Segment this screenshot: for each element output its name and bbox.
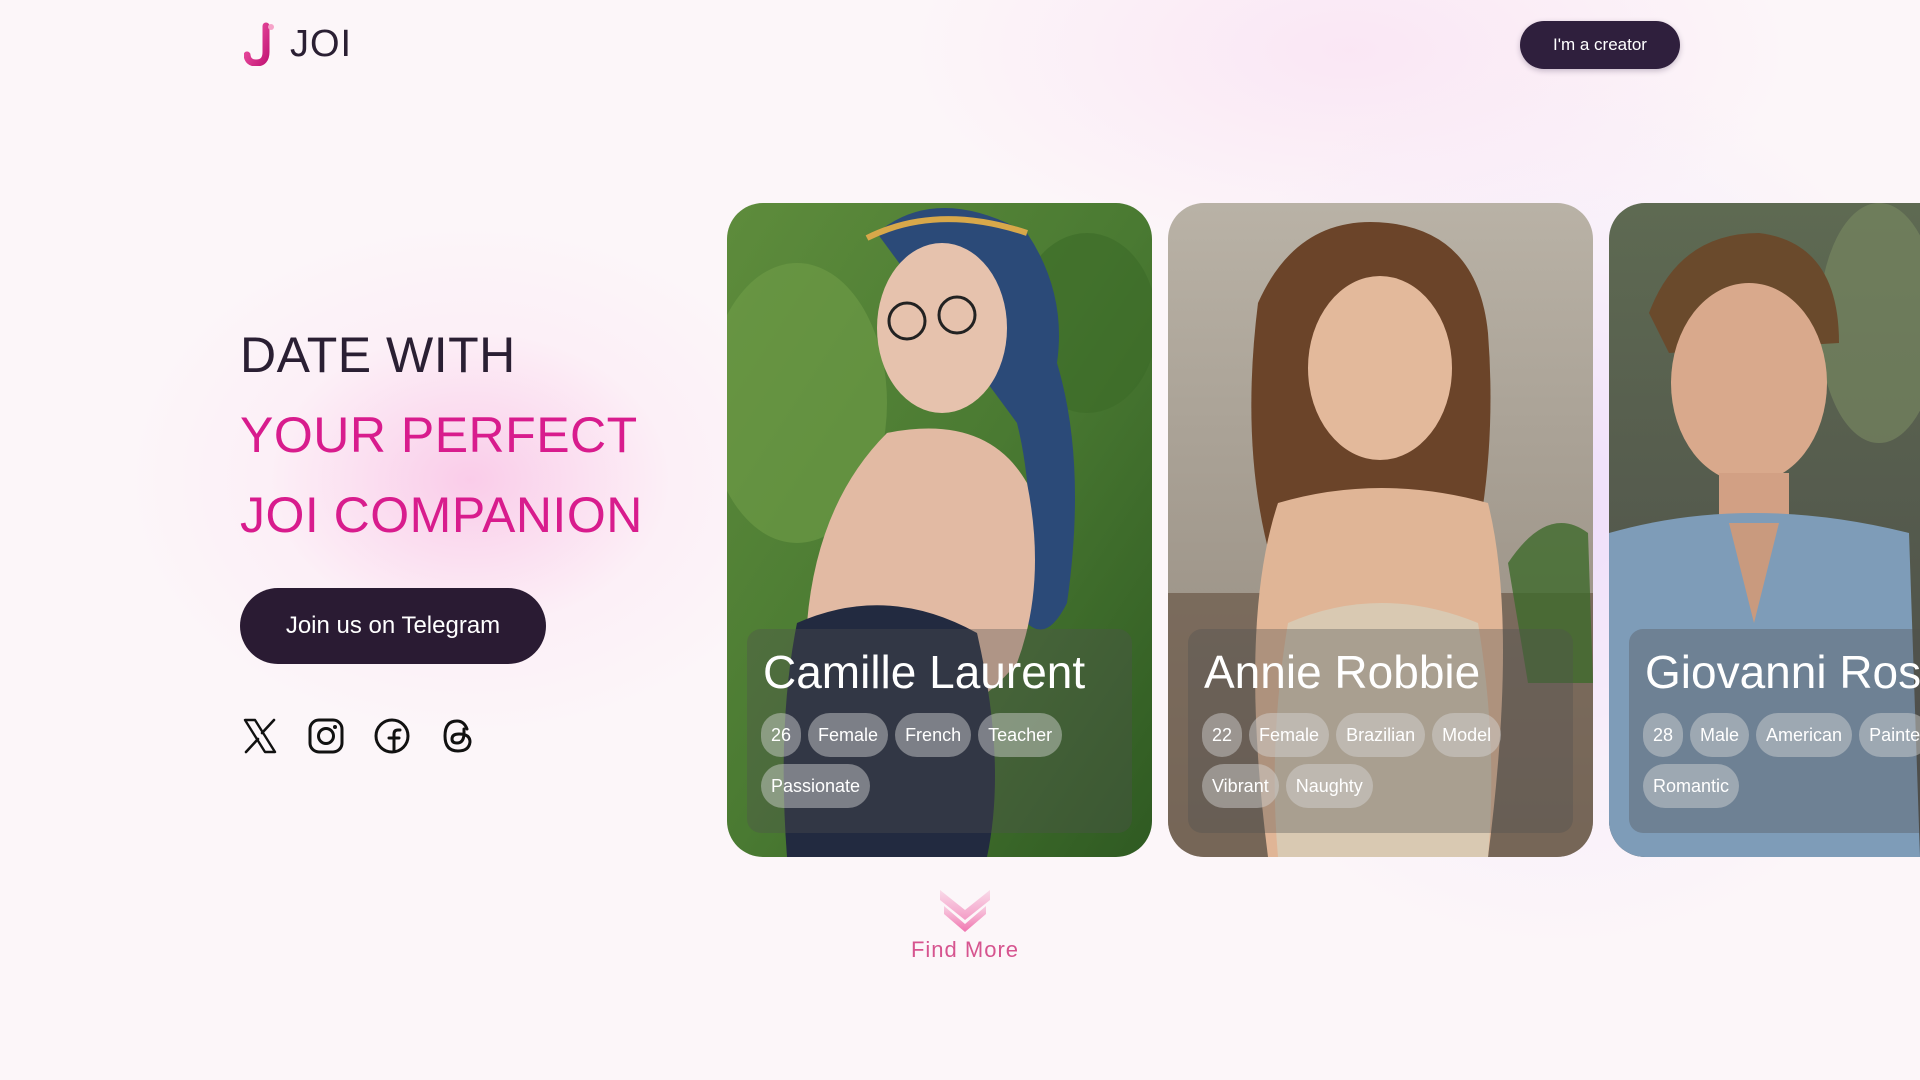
logo[interactable]: JOI: [244, 22, 352, 66]
hero-heading: DATE WITH YOUR PERFECT JOI COMPANION: [240, 315, 643, 555]
find-more-link[interactable]: Find More: [910, 888, 1020, 963]
threads-icon[interactable]: [438, 716, 478, 756]
companion-info: Giovanni Ross 28 Male American Painte Ro…: [1629, 629, 1920, 833]
hero-line-3: JOI COMPANION: [240, 487, 643, 543]
companion-tags: 26 Female French Teacher Passionate: [761, 713, 1118, 808]
tag-nationality: French: [895, 713, 972, 757]
logo-text: JOI: [290, 22, 353, 65]
tag-personality: Vibrant: [1202, 764, 1279, 808]
tag-gender: Female: [808, 713, 889, 757]
tag-age: 28: [1643, 713, 1684, 757]
tag-age: 26: [761, 713, 802, 757]
tag-nationality: Brazilian: [1336, 713, 1426, 757]
companion-name: Annie Robbie: [1204, 646, 1481, 698]
tag-personality: Romantic: [1643, 764, 1740, 808]
hero-line-1: DATE WITH: [240, 327, 516, 383]
logo-j-icon: [244, 22, 274, 66]
tag-personality: Naughty: [1285, 764, 1373, 808]
tag-gender: Female: [1249, 713, 1330, 757]
companion-card[interactable]: Camille Laurent 26 Female French Teacher…: [727, 203, 1152, 857]
chevron-down-icon: [940, 890, 990, 932]
x-icon[interactable]: [240, 716, 280, 756]
social-links: [240, 716, 478, 756]
instagram-icon[interactable]: [306, 716, 346, 756]
tag-nationality: American: [1756, 713, 1853, 757]
companion-info: Camille Laurent 26 Female French Teacher…: [747, 629, 1132, 833]
companion-card[interactable]: Giovanni Ross 28 Male American Painte Ro…: [1609, 203, 1920, 857]
companion-tags: 28 Male American Painte: [1643, 713, 1920, 757]
join-telegram-button[interactable]: Join us on Telegram: [240, 588, 546, 664]
companion-info: Annie Robbie 22 Female Brazilian Model V…: [1188, 629, 1573, 833]
companion-tags: 22 Female Brazilian Model Vibrant Naught…: [1202, 713, 1559, 808]
tag-occupation: Painte: [1859, 713, 1920, 757]
tag-gender: Male: [1690, 713, 1750, 757]
tag-personality: Passionate: [761, 764, 871, 808]
creator-button[interactable]: I'm a creator: [1520, 21, 1680, 69]
tag-occupation: Model: [1432, 713, 1502, 757]
companion-card[interactable]: Annie Robbie 22 Female Brazilian Model V…: [1168, 203, 1593, 857]
tag-age: 22: [1202, 713, 1243, 757]
hero-line-2: YOUR PERFECT: [240, 407, 638, 463]
companion-name: Giovanni Ross: [1645, 646, 1920, 698]
facebook-icon[interactable]: [372, 716, 412, 756]
companion-tags: Romantic: [1643, 764, 1906, 808]
find-more-label: Find More: [910, 937, 1020, 962]
companion-name: Camille Laurent: [763, 646, 1086, 698]
tag-occupation: Teacher: [978, 713, 1063, 757]
